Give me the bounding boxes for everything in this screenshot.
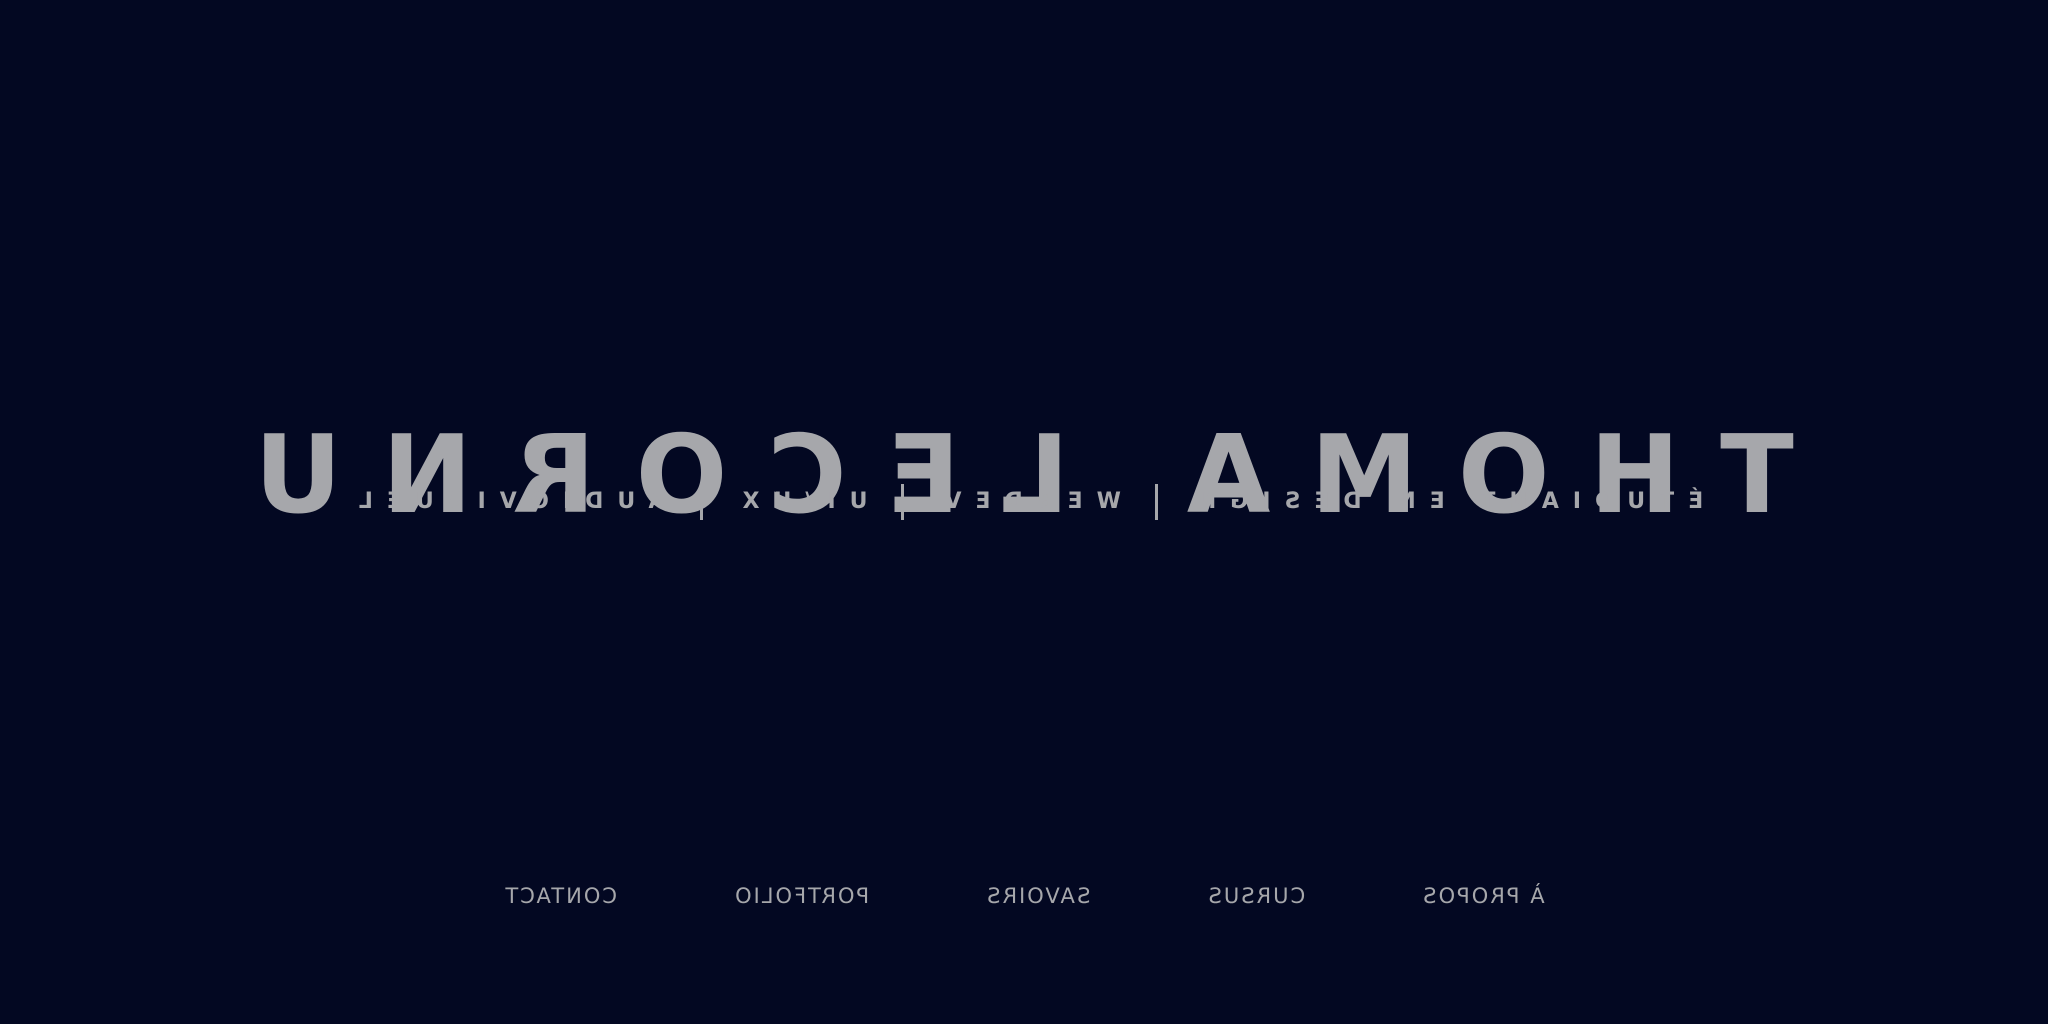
nav-contact[interactable]: CONTACT	[503, 884, 617, 908]
nav-portfolio[interactable]: PORTFOLIO	[733, 884, 869, 908]
hero-tagline: ÉTUDIANT EN DESIGN WEBDEV UI/UX AUDIOVIS…	[0, 484, 2048, 520]
tagline-uiux: UI/UX	[728, 489, 868, 514]
mirrored-page: THOMA LECORNU ÉTUDIANT EN DESIGN WEBDEV …	[0, 0, 2048, 1024]
tagline-design: ÉTUDIANT EN DESIGN	[1183, 489, 1704, 514]
nav-cursus[interactable]: CURSUS	[1207, 884, 1306, 908]
nav-a-propos[interactable]: À PROPOS	[1421, 884, 1544, 908]
tagline-audiovisuel: AUDIOVISUEL	[344, 489, 666, 514]
tagline-separator	[699, 484, 703, 520]
hero-name: THOMA LECORNU	[214, 413, 1794, 539]
tagline-separator	[1154, 484, 1158, 520]
nav-savoirs[interactable]: SAVOIRS	[985, 884, 1090, 908]
tagline-separator	[901, 484, 905, 520]
tagline-webdev: WEBDEV	[930, 489, 1121, 514]
main-nav: À PROPOS CURSUS SAVOIRS PORTFOLIO CONTAC…	[0, 884, 2048, 908]
